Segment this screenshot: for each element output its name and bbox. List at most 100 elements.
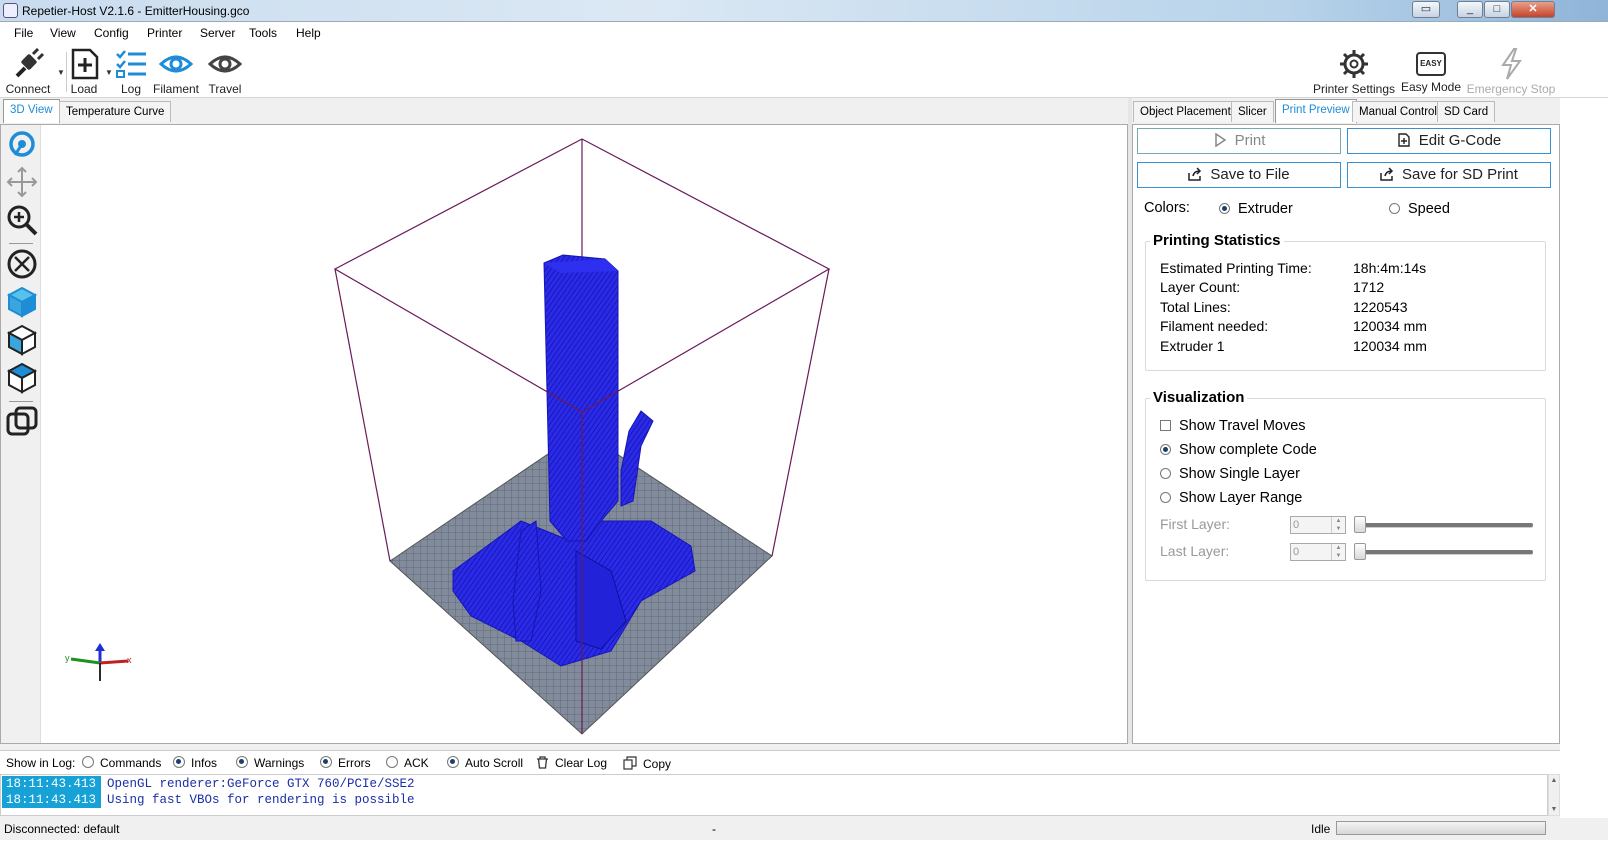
infos-radio[interactable] xyxy=(173,756,185,768)
easy-mode-button[interactable]: EASY Easy Mode xyxy=(1400,46,1462,96)
save-to-file-button[interactable]: Save to File xyxy=(1137,162,1341,188)
travel-button[interactable]: Travel xyxy=(204,46,246,96)
log-filter-infos[interactable]: Infos xyxy=(173,756,217,770)
speed-radio[interactable] xyxy=(1389,203,1400,214)
front-view-icon[interactable] xyxy=(5,323,39,357)
spinner-arrows-icon[interactable]: ▲ ▼ xyxy=(1331,517,1345,533)
color-speed-option[interactable]: Speed xyxy=(1389,201,1450,217)
emergency-stop-button[interactable]: Emergency Stop xyxy=(1466,46,1556,96)
show-single-radio[interactable] xyxy=(1160,468,1171,479)
top-view-icon[interactable] xyxy=(5,361,39,395)
fit-view-icon[interactable] xyxy=(5,247,39,281)
printer-settings-label: Printer Settings xyxy=(1312,82,1396,96)
errors-radio[interactable] xyxy=(320,756,332,768)
first-layer-slider-thumb[interactable] xyxy=(1354,516,1366,533)
close-button[interactable]: ✕ xyxy=(1511,1,1555,18)
tab-manual-control[interactable]: Manual Control xyxy=(1352,101,1444,122)
printer-settings-button[interactable]: Printer Settings xyxy=(1312,46,1396,96)
log-auto-scroll[interactable]: Auto Scroll xyxy=(447,756,523,770)
zoom-icon[interactable] xyxy=(5,203,39,237)
spinner-arrows-icon[interactable]: ▲ ▼ xyxy=(1331,544,1345,560)
connection-status: Disconnected: default xyxy=(4,822,120,836)
tab-print-preview[interactable]: Print Preview xyxy=(1275,99,1357,123)
tab-sd-card[interactable]: SD Card xyxy=(1437,101,1496,122)
minimize-button[interactable]: _ xyxy=(1457,1,1483,18)
stat-label: Extruder 1 xyxy=(1160,338,1225,354)
first-layer-spinner[interactable]: 0 ▲ ▼ xyxy=(1290,516,1346,534)
last-layer-label: Last Layer: xyxy=(1160,543,1230,559)
parallel-view-icon[interactable] xyxy=(5,405,39,439)
last-layer-slider[interactable] xyxy=(1355,550,1533,554)
show-travel-moves-option[interactable]: Show Travel Moves xyxy=(1160,418,1306,434)
show-complete-radio[interactable] xyxy=(1160,444,1171,455)
save-sd-label: Save for SD Print xyxy=(1402,166,1518,183)
tab-temperature-curve[interactable]: Temperature Curve xyxy=(59,101,172,122)
load-dropdown-icon[interactable]: ▼ xyxy=(105,68,113,77)
show-range-radio[interactable] xyxy=(1160,492,1171,503)
log-filter-commands[interactable]: Commands xyxy=(82,756,161,770)
log-button[interactable]: Log xyxy=(114,46,148,96)
connect-label: Connect xyxy=(5,82,51,96)
extruder-radio[interactable] xyxy=(1219,203,1230,214)
export-icon xyxy=(1380,167,1394,181)
clear-log-button[interactable]: Clear Log xyxy=(536,756,607,770)
app-icon xyxy=(3,3,18,18)
ack-label: ACK xyxy=(404,756,429,770)
save-sd-button[interactable]: Save for SD Print xyxy=(1347,162,1551,188)
auto-scroll-label: Auto Scroll xyxy=(465,756,524,770)
menu-config[interactable]: Config xyxy=(94,26,129,40)
connect-dropdown-icon[interactable]: ▼ xyxy=(57,68,65,77)
toolbar: Connect ▼ Load ▼ Log Filament Travel Pri… xyxy=(0,44,1608,98)
show-layer-range-option[interactable]: Show Layer Range xyxy=(1160,490,1302,506)
log-entry: 18:11:43.413 OpenGL renderer:GeForce GTX… xyxy=(1,776,1547,792)
log-output[interactable]: 18:11:43.413 OpenGL renderer:GeForce GTX… xyxy=(0,774,1548,816)
warnings-radio[interactable] xyxy=(236,756,248,768)
copy-log-button[interactable]: Copy xyxy=(623,756,671,771)
first-layer-slider[interactable] xyxy=(1355,523,1533,527)
menu-tools[interactable]: Tools xyxy=(249,26,277,40)
stat-value: 1712 xyxy=(1353,279,1385,295)
log-filter-ack[interactable]: ACK xyxy=(386,756,429,770)
3d-viewport[interactable]: x y xyxy=(0,124,1128,744)
3d-scene[interactable]: x y xyxy=(41,125,1127,743)
menu-file[interactable]: File xyxy=(14,26,33,40)
show-complete-option[interactable]: Show complete Code xyxy=(1160,442,1317,458)
maximize-button[interactable]: □ xyxy=(1484,1,1510,18)
auto-scroll-radio[interactable] xyxy=(447,756,459,768)
menu-server[interactable]: Server xyxy=(200,26,235,40)
filament-button[interactable]: Filament xyxy=(152,46,200,96)
show-single-layer-option[interactable]: Show Single Layer xyxy=(1160,466,1300,482)
load-file-icon xyxy=(71,48,99,80)
log-filter-warnings[interactable]: Warnings xyxy=(236,756,304,770)
svg-text:x: x xyxy=(127,655,132,665)
tab-slicer[interactable]: Slicer xyxy=(1231,101,1274,122)
iso-view-icon[interactable] xyxy=(5,285,39,319)
clear-log-label: Clear Log xyxy=(555,756,608,770)
restore-icon[interactable]: ▭ xyxy=(1412,1,1440,18)
connect-button[interactable]: Connect xyxy=(4,46,52,96)
rotate-icon[interactable] xyxy=(5,127,39,161)
tool-separator xyxy=(9,243,33,244)
show-travel-checkbox[interactable] xyxy=(1160,420,1171,431)
menu-printer[interactable]: Printer xyxy=(147,26,182,40)
tab-object-placement[interactable]: Object Placement xyxy=(1133,101,1238,122)
load-button[interactable]: Load xyxy=(68,46,100,96)
commands-radio[interactable] xyxy=(82,756,94,768)
move-icon[interactable] xyxy=(5,165,39,199)
stat-value: 18h:4m:14s xyxy=(1353,260,1427,276)
menu-help[interactable]: Help xyxy=(296,26,321,40)
color-extruder-option[interactable]: Extruder xyxy=(1219,201,1293,217)
print-button[interactable]: Print xyxy=(1137,128,1341,154)
menu-view[interactable]: View xyxy=(50,26,76,40)
edit-gcode-button[interactable]: Edit G-Code xyxy=(1347,128,1551,154)
scroll-down-icon[interactable]: ▼ xyxy=(1549,806,1559,813)
log-filter-errors[interactable]: Errors xyxy=(320,756,371,770)
log-scrollbar[interactable]: ▲ ▼ xyxy=(1548,774,1560,816)
ack-radio[interactable] xyxy=(386,756,398,768)
show-single-label: Show Single Layer xyxy=(1179,466,1300,482)
scroll-up-icon[interactable]: ▲ xyxy=(1549,777,1559,784)
tab-3d-view[interactable]: 3D View xyxy=(3,99,60,123)
last-layer-slider-thumb[interactable] xyxy=(1354,543,1366,560)
last-layer-spinner[interactable]: 0 ▲ ▼ xyxy=(1290,543,1346,561)
errors-label: Errors xyxy=(338,756,371,770)
